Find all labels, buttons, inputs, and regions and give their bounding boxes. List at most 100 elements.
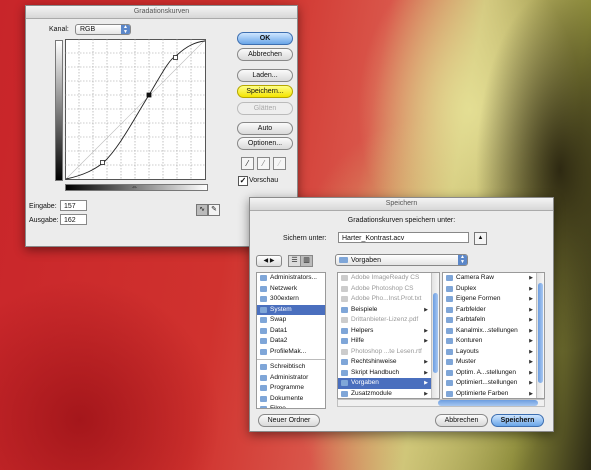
list-item-label: Layouts [456,347,479,355]
movies-icon [260,406,267,408]
network-icon [260,285,267,292]
auto-button[interactable]: Auto [237,122,293,135]
abbrechen-button[interactable]: Abbrechen [237,48,293,61]
scroll-thumb[interactable] [538,283,543,383]
list-item[interactable]: Zusatzmodule ▶ [338,389,431,399]
list-item[interactable]: Data2 [257,336,325,347]
list-item[interactable]: Schreibtisch [257,362,325,373]
horizontal-scrollbar[interactable] [337,399,545,407]
filename-field[interactable]: Harter_Kontrast.acv [338,232,469,243]
list-item-label: Hilfe [351,337,365,344]
list-item-label: ProfileMak... [270,347,307,355]
save-prompt: Gradationskurven speichern unter: [347,217,456,224]
chevron-right-icon: ▶ [424,327,428,334]
black-eyedropper-icon[interactable]: ⁄ [241,157,254,170]
list-item[interactable]: Data1 [257,326,325,337]
save-dialog: Speichern Gradationskurven speichern unt… [249,197,554,432]
list-item[interactable]: Administrators... [257,273,325,284]
folder-icon [446,338,453,344]
laden-button[interactable]: Laden... [237,69,293,82]
vorschau-checkbox[interactable]: ✓ [238,176,248,186]
folder-icon [446,359,453,365]
optionen-button[interactable]: Optionen... [237,137,293,150]
list-item[interactable]: Farbfelder ▶ [443,305,536,316]
folder-icon [341,380,348,386]
chevron-right-icon: ▶ [529,327,533,334]
speichern-button[interactable]: Speichern [491,414,544,427]
glaetten-button[interactable]: Glätten [237,102,293,115]
list-item-label: System [270,305,292,313]
scroll-thumb[interactable] [433,293,438,373]
location-select[interactable]: Vorgaben ▲ ▼ [335,254,468,266]
list-item-label: Optim. A...stellungen [456,368,516,376]
list-item[interactable]: Camera Raw ▶ [443,273,536,284]
list-item[interactable]: Adobe Pho...Inst.Prot.txt [338,294,431,305]
curve-graph[interactable] [65,39,206,180]
eingabe-field[interactable]: 157 [60,200,87,211]
list-item[interactable]: Dokumente [257,394,325,405]
column-view-icon[interactable]: ▥ [300,255,313,267]
list-item[interactable]: ProfileMak... [257,347,325,358]
ausgabe-field[interactable]: 162 [60,214,87,225]
list-item-label: Data1 [270,326,288,334]
list-item[interactable]: Optim. A...stellungen ▶ [443,368,536,379]
list-item[interactable]: Helpers ▶ [338,326,431,337]
folder-icon [341,285,348,292]
list-item-label: Beispiele [351,305,378,313]
list-item[interactable]: Skript Handbuch ▶ [338,368,431,379]
list-item-label: Schreibtisch [270,363,306,370]
gradient-toggle-icon[interactable]: ⇔ [131,184,138,191]
list-item[interactable]: System [257,304,325,315]
ok-button[interactable]: OK [237,32,293,45]
list-item[interactable]: Layouts ▶ [443,347,536,358]
list-item[interactable]: Netzwerk [257,284,325,295]
list-item-label: Skript Handbuch [351,368,400,376]
hard-disk-icon [260,275,267,281]
list-item[interactable]: Eigene Formen ▶ [443,294,536,305]
speichern-button[interactable]: Speichern... [237,85,293,98]
list-item[interactable]: Adobe Photoshop CS [338,284,431,295]
kanal-select[interactable]: RGB ▲ ▼ [75,24,131,35]
list-item[interactable]: Adobe ImageReady CS [338,273,431,284]
list-item-label: Konturen [456,337,483,344]
documents-icon [260,395,267,402]
list-item[interactable]: Swap [257,315,325,326]
list-item[interactable]: Vorgaben ▶ [338,378,431,389]
list-item[interactable]: Beispiele ▶ [338,305,431,316]
chevron-right-icon: ▶ [529,380,533,386]
chevron-right-icon: ▶ [529,369,533,376]
list-item[interactable]: Rechtshinweise ▶ [338,357,431,368]
list-item[interactable]: Kanalmix...stellungen ▶ [443,326,536,337]
folder-icon [446,390,453,397]
list-item-label: Optimierte Farben [456,389,509,397]
list-item[interactable]: Farbtafeln ▶ [443,315,536,326]
list-item[interactable]: Filme [257,404,325,409]
list-item[interactable]: Muster ▶ [443,357,536,368]
list-item-label: Filme [270,405,286,409]
white-eyedropper-icon[interactable]: ⁄ [273,157,286,170]
horizontal-scroll-thumb[interactable] [438,400,538,406]
scrollbar[interactable] [431,273,439,398]
scrollbar[interactable] [536,273,544,398]
list-item[interactable]: Duplex ▶ [443,284,536,295]
pencil-tool-icon[interactable]: ✎ [208,204,220,216]
list-item[interactable]: Konturen ▶ [443,336,536,347]
expand-button[interactable]: ▲ [474,232,487,245]
curve-tool-icon[interactable]: ∿ [196,204,208,216]
nav-back-forward[interactable]: ◀ ▶ [256,255,282,267]
abbrechen-button[interactable]: Abbrechen [435,414,488,427]
list-item[interactable]: Programme [257,383,325,394]
popup-arrows-icon: ▲ ▼ [458,255,467,265]
list-item[interactable]: Drittanbieter-Lizenz.pdf [338,315,431,326]
list-item[interactable]: Optimiert...stellungen ▶ [443,378,536,389]
neuer-ordner-button[interactable]: Neuer Ordner [258,414,320,427]
gray-eyedropper-icon[interactable]: ⁄ [257,157,270,170]
list-item[interactable]: 300extern [257,294,325,305]
list-item[interactable]: Optimierte Farben ▶ [443,389,536,399]
list-item[interactable]: Administrator [257,373,325,384]
folder-icon [339,257,348,263]
folder-icon [341,296,348,302]
list-item-label: Vorgaben [351,379,379,386]
list-item[interactable]: Photoshop ...te Lesen.rtf [338,347,431,358]
list-item[interactable]: Hilfe ▶ [338,336,431,347]
